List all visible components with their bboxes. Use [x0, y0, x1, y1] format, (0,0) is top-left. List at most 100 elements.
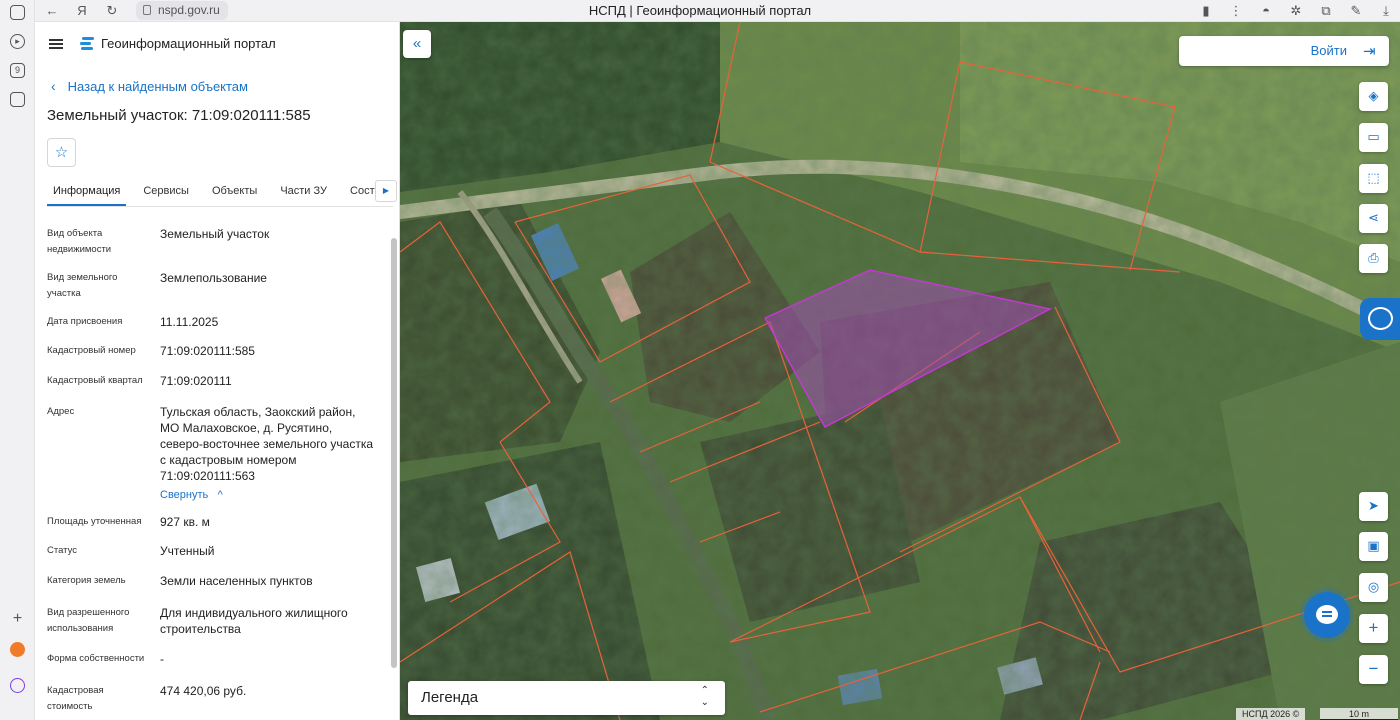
chat-assistant-button[interactable]: [1304, 592, 1350, 638]
ruler-button[interactable]: ▭: [1359, 123, 1388, 152]
star-icon: ☆: [54, 144, 69, 161]
info-tabs: Информация Сервисы Объекты Части ЗУ Сост…: [47, 177, 393, 207]
more-icon[interactable]: ⋮: [1228, 3, 1244, 19]
puzzle-icon[interactable]: ⧉: [1318, 3, 1334, 19]
login-icon: ⇥: [1363, 43, 1376, 60]
property-value: 71:09:020111:585: [160, 344, 255, 358]
property-key: Адрес: [47, 406, 75, 417]
tabs-scroll-right-button[interactable]: ▶: [375, 180, 397, 202]
counter-icon[interactable]: 9: [10, 63, 25, 78]
browser-toolbar: ← Я ↻ nspd.gov.ru НСПД | Геоинформационн…: [0, 0, 1400, 22]
property-key: Форма собственности: [47, 653, 145, 664]
logo-icon: [80, 36, 94, 50]
print-icon: ⎙: [1368, 250, 1379, 265]
tab-objects[interactable]: Объекты: [206, 177, 263, 206]
property-key: Кадастровый номер: [47, 345, 136, 356]
mask-icon[interactable]: ◓: [1258, 3, 1274, 19]
chevron-updown-icon: ⌃ ⌄: [700, 685, 709, 708]
mail-icon[interactable]: [10, 642, 25, 657]
edit-icon[interactable]: ✎: [1348, 3, 1364, 19]
zoom-in-button[interactable]: +: [1359, 614, 1388, 643]
browser-actions: ▮ ⋮ ◓ ✲ ⧉ ✎ ⤓: [1184, 0, 1394, 22]
property-value: 927 кв. м: [160, 515, 210, 529]
property-value: 474 420,06 руб.: [160, 684, 247, 698]
play-icon[interactable]: ▸: [10, 34, 25, 49]
favorite-button[interactable]: ☆: [47, 138, 76, 167]
screenshot-icon[interactable]: [10, 92, 25, 107]
property-value: Учтенный: [160, 544, 215, 558]
property-value: -: [160, 652, 164, 666]
property-key: Статус: [47, 545, 78, 556]
browser-sidebar: ▸ 9 +: [0, 0, 35, 720]
property-key: Категория земель: [47, 575, 126, 586]
object-title: Земельный участок: 71:09:020111:585: [47, 107, 311, 124]
back-link-label: Назад к найденным объектам: [67, 78, 248, 94]
layers-icon: ◈: [1368, 88, 1379, 103]
basemap-icon: ▣: [1367, 538, 1380, 553]
bookmark-icon[interactable]: ▮: [1198, 3, 1214, 19]
basemap-button[interactable]: ▣: [1359, 532, 1388, 561]
download-icon[interactable]: ⤓: [1378, 3, 1394, 19]
extension-icon[interactable]: ✲: [1288, 3, 1304, 19]
login-label: Войти: [1310, 43, 1347, 58]
portal-title: Геоинформационный портал: [101, 36, 276, 51]
panel-scrollbar[interactable]: [391, 218, 397, 718]
legend-label: Легенда: [421, 689, 479, 706]
property-key: Площадь уточненная: [47, 516, 142, 527]
collapse-label: Свернуть: [160, 489, 209, 501]
property-key: Вид разрешенного использования: [47, 607, 130, 634]
share-button[interactable]: ⋖: [1359, 204, 1388, 233]
print-button[interactable]: ⎙: [1359, 244, 1388, 273]
scrollbar-thumb[interactable]: [391, 238, 397, 668]
feedback-tab[interactable]: [1360, 298, 1400, 340]
marker-button[interactable]: ◎: [1359, 573, 1388, 602]
layers-button[interactable]: ◈: [1359, 82, 1388, 111]
zoom-out-icon: −: [1368, 659, 1379, 678]
locate-button[interactable]: ➤: [1359, 492, 1388, 521]
property-value: 71:09:020111: [160, 374, 232, 388]
property-value: Земли населенных пунктов: [160, 574, 313, 588]
locate-icon: ➤: [1368, 498, 1379, 513]
map-view[interactable]: « Войти ⇥ ◈ ▭ ⬚ ⋖ ⎙ ➤ ▣ ◎ + − Легенда ⌃ ⌄…: [400, 22, 1400, 720]
login-button[interactable]: Войти ⇥: [1179, 36, 1389, 66]
marker-icon: ◎: [1367, 579, 1380, 594]
double-chevron-left-icon: «: [412, 35, 422, 52]
zoom-out-button[interactable]: −: [1359, 655, 1388, 684]
map-copyright: НСПД 2026 ©: [1236, 708, 1306, 720]
property-value: Тульская область, Заокский район, МО Мал…: [160, 404, 375, 503]
property-value: Земельный участок: [160, 227, 270, 241]
property-value: 11.11.2025: [160, 315, 219, 329]
tab-services[interactable]: Сервисы: [137, 177, 195, 206]
property-key: Дата присвоения: [47, 316, 123, 327]
menu-icon[interactable]: [49, 39, 63, 49]
tabs-icon[interactable]: [10, 5, 25, 20]
zoom-in-icon: +: [1368, 618, 1379, 637]
satellite-map: [400, 22, 1400, 720]
alice-icon[interactable]: [10, 678, 25, 693]
tab-parts[interactable]: Части ЗУ: [274, 177, 333, 206]
ruler-icon: ▭: [1367, 129, 1380, 144]
property-key: Кадастровый квартал: [47, 375, 143, 386]
feedback-icon: [1368, 307, 1393, 330]
add-icon[interactable]: +: [10, 611, 25, 628]
triangle-right-icon: ▶: [382, 186, 390, 195]
property-key: Кадастровая стоимость: [47, 685, 104, 712]
share-icon: ⋖: [1368, 210, 1379, 225]
object-info-panel: Геоинформационный портал ‹ Назад к найде…: [35, 22, 400, 720]
tab-information[interactable]: Информация: [47, 177, 127, 206]
address-text: Тульская область, Заокский район, МО Мал…: [160, 405, 374, 483]
select-area-button[interactable]: ⬚: [1359, 164, 1388, 193]
chevron-up-icon: ^: [217, 489, 223, 501]
collapse-address-link[interactable]: Свернуть ^: [160, 486, 375, 503]
chat-icon: [1316, 605, 1338, 624]
property-value: Для индивидуального жилищного строительс…: [160, 606, 348, 636]
property-value: Землепользование: [160, 271, 267, 285]
property-key: Вид земельного участка: [47, 272, 118, 299]
chevron-left-icon: ‹: [51, 78, 56, 94]
property-key: Вид объекта недвижимости: [47, 228, 112, 255]
map-scale: 10 m: [1320, 708, 1398, 720]
collapse-panel-button[interactable]: «: [403, 30, 431, 58]
select-area-icon: ⬚: [1367, 170, 1380, 185]
legend-dropdown[interactable]: Легенда ⌃ ⌄: [408, 681, 725, 715]
back-to-results-link[interactable]: ‹ Назад к найденным объектам: [51, 78, 248, 94]
